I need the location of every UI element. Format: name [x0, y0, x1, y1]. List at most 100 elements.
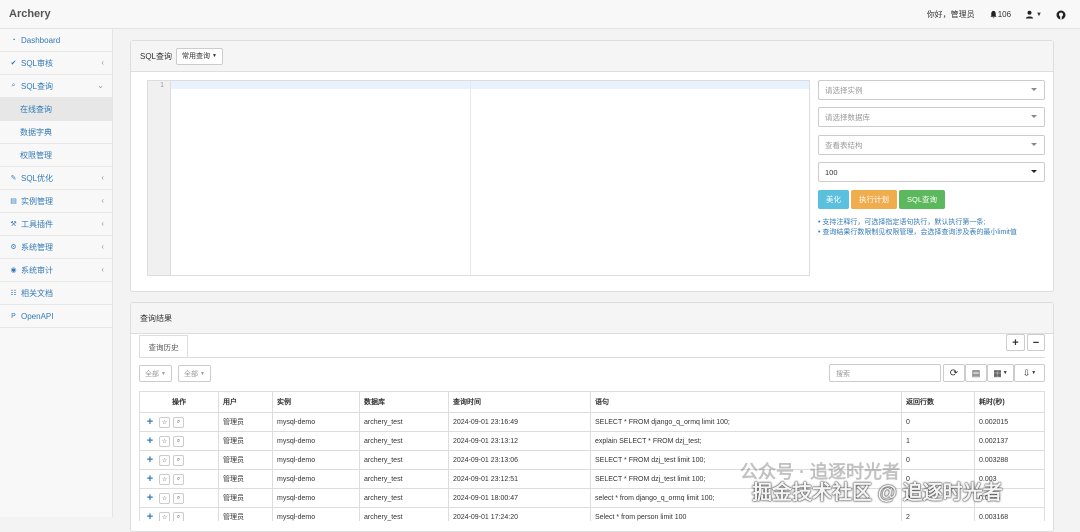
user-icon [1025, 10, 1034, 19]
cell-time: 2024-09-01 23:13:06 [448, 450, 591, 470]
check-icon: ✔ [10, 60, 17, 67]
star-icon[interactable]: ☆ [159, 511, 170, 521]
cell-database: archery_test [359, 469, 449, 489]
notifications-link[interactable]: 106 [989, 10, 1011, 19]
expand-row-icon[interactable]: + [144, 492, 156, 504]
chevron-left-icon: ‹ [101, 58, 104, 67]
database-select[interactable]: 请选择数据库 [818, 107, 1045, 127]
expand-row-icon[interactable]: + [144, 473, 156, 485]
column-header[interactable]: 查询时间 [448, 391, 591, 413]
sidebar-item-openapi[interactable]: P OpenAPI [0, 305, 112, 328]
expand-row-icon[interactable]: + [144, 416, 156, 428]
search-icon[interactable]: ⌕ [173, 435, 184, 447]
expand-row-icon[interactable]: + [144, 511, 156, 521]
column-header[interactable]: 用户 [218, 391, 273, 413]
common-query-dropdown[interactable]: 常用查询 ▼ [176, 47, 223, 65]
beautify-button[interactable]: 美化 [818, 190, 849, 209]
star-icon[interactable]: ☆ [159, 416, 170, 428]
sidebar-item-label: 系统管理 [21, 242, 53, 252]
sidebar-item-tools[interactable]: ⚒ 工具插件 ‹ [0, 213, 112, 236]
instance-select[interactable]: 请选择实例 [818, 80, 1045, 100]
sidebar-item-label: 在线查询 [20, 104, 52, 114]
table-row: + ☆ ⌕ 管理员 mysql-demo archery_test 2024-09-01 2… [139, 450, 1045, 470]
wrench-icon: ✎ [10, 175, 17, 182]
print-margin [470, 81, 471, 275]
collapse-button[interactable]: − [1027, 334, 1045, 351]
dashboard-icon: ◔ [11, 36, 16, 44]
sidebar-item-instances[interactable]: ▤ 实例管理 ‹ [0, 190, 112, 213]
sidebar-item-label: Dashboard [21, 35, 61, 45]
columns-button[interactable]: ▦ ▼ [987, 364, 1014, 382]
database-select-label: 请选择数据库 [825, 112, 870, 122]
sidebar-item-dashboard[interactable]: ◔ Dashboard [0, 29, 112, 52]
sidebar-item-permissions[interactable]: 权限管理 [0, 144, 112, 167]
expand-button[interactable]: + [1006, 334, 1025, 351]
export-button[interactable]: ⇩ ▼ [1014, 364, 1045, 382]
sidebar-item-data-dictionary[interactable]: 数据字典 [0, 121, 112, 144]
table-row: + ☆ ⌕ 管理员 mysql-demo archery_test 2024-09-01 2… [139, 412, 1045, 432]
sidebar-item-label: 权限管理 [20, 150, 52, 160]
toggle-view-button[interactable]: ▤ [965, 364, 987, 382]
sql-editor[interactable]: 1 [147, 80, 810, 276]
column-header[interactable]: 操作 [139, 391, 219, 413]
sidebar-item-system[interactable]: ⚙ 系统管理 ‹ [0, 236, 112, 259]
cell-database: archery_test [359, 412, 449, 432]
star-icon[interactable]: ☆ [159, 435, 170, 447]
column-header[interactable]: 返回行数 [901, 391, 975, 413]
tab-query-history[interactable]: 查询历史 [139, 335, 188, 358]
query-panel-header: SQL查询 常用查询 ▼ [131, 41, 1053, 72]
refresh-button[interactable]: ⟳ [943, 364, 965, 382]
sidebar-item-label: 数据字典 [20, 127, 52, 137]
sidebar-item-online-query[interactable]: 在线查询 [0, 98, 112, 121]
github-link[interactable] [1056, 10, 1066, 20]
notification-count: 106 [997, 10, 1012, 19]
cell-rows: 0 [901, 412, 975, 432]
sidebar-item-audit[interactable]: ◉ 系统审计 ‹ [0, 259, 112, 282]
row-actions: + ☆ ⌕ [139, 488, 219, 508]
cell-time: 2024-09-01 23:16:49 [448, 412, 591, 432]
search-input[interactable]: 搜索 [829, 364, 941, 382]
expand-row-icon[interactable]: + [144, 435, 156, 447]
expand-row-icon[interactable]: + [144, 454, 156, 466]
chevron-left-icon: ‹ [101, 242, 104, 251]
caret-down-icon: ▼ [200, 370, 205, 377]
search-icon[interactable]: ⌕ [173, 492, 184, 504]
sidebar-item-sql-review[interactable]: ✔ SQL审核 ‹ [0, 52, 112, 75]
eye-icon: ◉ [10, 267, 17, 274]
brand-logo[interactable]: Archery [9, 8, 51, 20]
search-icon[interactable]: ⌕ [173, 454, 184, 466]
caret-down-icon [1031, 143, 1037, 146]
sidebar-item-label: SQL优化 [21, 173, 54, 183]
sidebar-item-sql-optimize[interactable]: ✎ SQL优化 ‹ [0, 167, 112, 190]
star-icon[interactable]: ☆ [159, 492, 170, 504]
sidebar-item-label: SQL查询 [21, 81, 54, 91]
greeting-text[interactable]: 你好，管理员 [927, 9, 975, 20]
tip-item: • 查询结果行数限制见权限管理，会选择查询涉及表的最小limit值 [818, 229, 1017, 236]
caret-down-icon [1031, 88, 1037, 91]
column-header[interactable]: 实例 [272, 391, 360, 413]
star-icon[interactable]: ☆ [159, 473, 170, 485]
filter-dropdown-1[interactable]: 全部 ▼ [139, 365, 172, 382]
table-select[interactable]: 查看表结构 [818, 135, 1045, 155]
explain-button[interactable]: 执行计划 [851, 190, 897, 209]
search-icon[interactable]: ⌕ [173, 511, 184, 521]
row-actions: + ☆ ⌕ [139, 450, 219, 470]
column-header[interactable]: 语句 [590, 391, 902, 413]
caret-down-icon [1031, 170, 1037, 173]
cell-database: archery_test [359, 488, 449, 508]
instance-select-label: 请选择实例 [825, 85, 863, 95]
search-icon[interactable]: ⌕ [173, 473, 184, 485]
column-header[interactable]: 数据库 [359, 391, 449, 413]
search-icon: ⌕ [11, 82, 16, 89]
search-icon[interactable]: ⌕ [173, 416, 184, 428]
column-header[interactable]: 耗时(秒) [974, 391, 1045, 413]
sql-query-button[interactable]: SQL查询 [899, 190, 945, 209]
filter-dropdown-2[interactable]: 全部 ▼ [178, 365, 211, 382]
limit-select[interactable]: 100 [818, 162, 1045, 182]
sidebar-item-sql-query[interactable]: ⌕ SQL查询 ⌄ [0, 75, 112, 98]
row-actions: + ☆ ⌕ [139, 431, 219, 451]
star-icon[interactable]: ☆ [159, 454, 170, 466]
filter-label: 全部 [184, 370, 198, 378]
sidebar-item-docs[interactable]: ☷ 相关文档 [0, 282, 112, 305]
user-menu[interactable]: ▼ [1025, 10, 1042, 19]
